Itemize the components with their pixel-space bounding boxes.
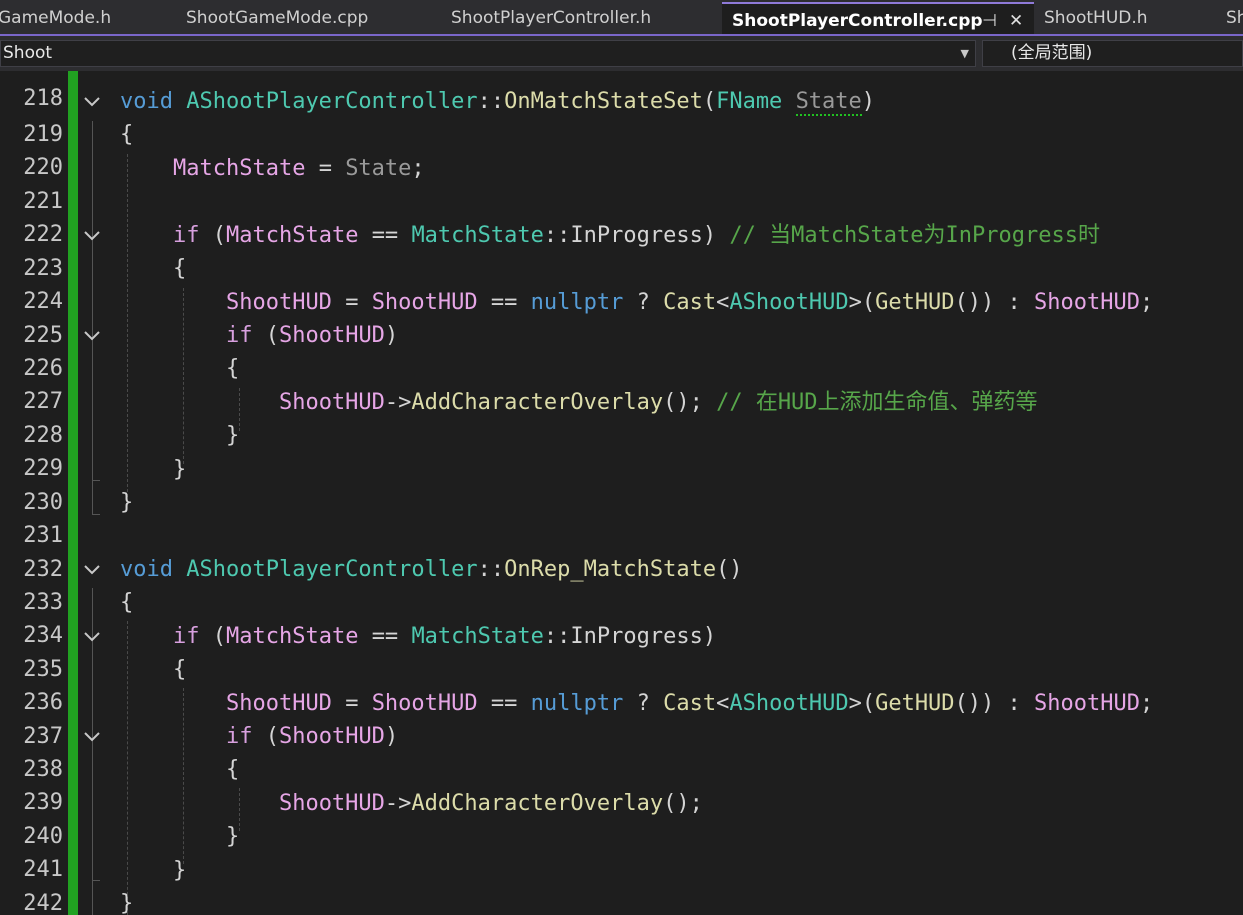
code-text: }: [120, 858, 187, 883]
scope-name: (全局范围): [1011, 43, 1093, 63]
tab-label: ShootPlayerController.cpp: [732, 11, 983, 31]
code-line: 233 void AShootPlayerController::OnRep_M…: [0, 553, 1243, 615]
collapse-chevron-icon[interactable]: [81, 720, 103, 753]
code-text: }: [120, 891, 134, 915]
code-line: 238 if (ShootHUD): [0, 720, 1243, 782]
code-text: if (MatchState == MatchState::InProgress…: [172, 223, 1100, 248]
code-line: 226 if (ShootHUD): [0, 319, 1243, 381]
code-line: 227 {: [0, 352, 1243, 414]
tab-shootgamemode-cpp[interactable]: ShootGameMode.cpp: [176, 3, 440, 33]
document-tab-bar: GameMode.h ShootGameMode.cpp ShootPlayer…: [0, 0, 1243, 36]
project-dropdown[interactable]: Shoot ▼: [0, 40, 976, 67]
code-text: void AShootPlayerController::OnRep_Match…: [120, 557, 743, 582]
collapse-chevron-icon[interactable]: [81, 85, 103, 118]
code-text: {: [120, 657, 187, 682]
code-text: if (MatchState == MatchState::InProgress…: [172, 624, 717, 649]
tab-label: ShootHUD.h: [1044, 8, 1148, 28]
tab-gamemode-h[interactable]: GameMode.h: [0, 3, 178, 33]
code-line: 235 if (MatchState == MatchState::InProg…: [0, 620, 1243, 682]
pin-icon[interactable]: ⊣: [982, 4, 997, 36]
code-line: 241 }: [0, 820, 1243, 882]
code-line: 242 }: [0, 854, 1243, 915]
code-text: if (ShootHUD): [225, 724, 399, 749]
collapse-chevron-icon[interactable]: [81, 620, 103, 653]
code-line: 239 {: [0, 753, 1243, 815]
code-text: ShootHUD->AddCharacterOverlay(); // 在HUD…: [278, 390, 1038, 415]
code-line: 221 MatchState = State;: [0, 152, 1243, 214]
code-line: 231 }: [0, 486, 1243, 548]
close-icon[interactable]: ✕: [1009, 4, 1023, 36]
collapse-chevron-icon[interactable]: [81, 553, 103, 586]
code-text: }: [120, 824, 240, 849]
code-text: {: [120, 757, 240, 782]
tab-overflow[interactable]: Sh: [1216, 3, 1243, 33]
tab-shoothud-h[interactable]: ShootHUD.h: [1034, 3, 1214, 33]
code-text: MatchState = State;: [172, 156, 425, 181]
code-line: 228 ShootHUD->AddCharacterOverlay(); // …: [0, 386, 1243, 448]
code-text: }: [120, 490, 134, 515]
code-line: 218: [0, 71, 1243, 111]
code-line: 223 if (MatchState == MatchState::InProg…: [0, 219, 1243, 281]
chevron-down-icon: ▼: [960, 47, 969, 60]
tab-shootplayercontroller-cpp[interactable]: ShootPlayerController.cpp ⊣ ✕: [722, 2, 1034, 36]
code-text: ShootHUD->AddCharacterOverlay();: [278, 791, 703, 816]
code-line: 222: [0, 185, 1243, 247]
code-text: if (ShootHUD): [225, 323, 399, 348]
tab-shootplayercontroller-h[interactable]: ShootPlayerController.h: [441, 3, 721, 33]
code-text: }: [120, 423, 240, 448]
code-text: ShootHUD = ShootHUD == nullptr ? Cast<AS…: [225, 691, 1154, 716]
code-line: 229 }: [0, 419, 1243, 481]
code-text: }: [120, 457, 187, 482]
code-line: 240 ShootHUD->AddCharacterOverlay();: [0, 787, 1243, 849]
code-line: 232: [0, 520, 1243, 582]
code-line: 236 {: [0, 653, 1243, 715]
code-text: {: [120, 356, 240, 381]
tab-label: Sh: [1226, 8, 1243, 28]
code-text: ShootHUD = ShootHUD == nullptr ? Cast<AS…: [225, 290, 1154, 315]
tab-label: ShootGameMode.cpp: [186, 8, 369, 28]
code-line: 225 ShootHUD = ShootHUD == nullptr ? Cas…: [0, 286, 1243, 348]
code-line: 219 void AShootPlayerController::OnMatch…: [0, 85, 1243, 147]
project-name: Shoot: [3, 43, 53, 63]
collapse-chevron-icon[interactable]: [81, 219, 103, 252]
tab-label: ShootPlayerController.h: [451, 8, 652, 28]
code-line: 237 ShootHUD = ShootHUD == nullptr ? Cas…: [0, 687, 1243, 749]
code-line: 220 {: [0, 118, 1243, 180]
code-editor[interactable]: 218 219 void AShootPlayerController::OnM…: [0, 71, 1243, 915]
code-text: {: [120, 256, 187, 281]
code-text: void AShootPlayerController::OnMatchStat…: [120, 89, 876, 116]
scope-dropdown[interactable]: (全局范围): [982, 40, 1243, 67]
code-line: 243 }: [0, 887, 1243, 915]
tab-label: GameMode.h: [0, 8, 112, 28]
navigation-bar: Shoot ▼ (全局范围): [0, 36, 1243, 71]
code-text: {: [120, 590, 134, 615]
collapse-chevron-icon[interactable]: [81, 319, 103, 352]
code-line: 224 {: [0, 252, 1243, 314]
code-line: 234 {: [0, 586, 1243, 648]
code-text: {: [120, 122, 134, 147]
code-line: 230 }: [0, 453, 1243, 515]
